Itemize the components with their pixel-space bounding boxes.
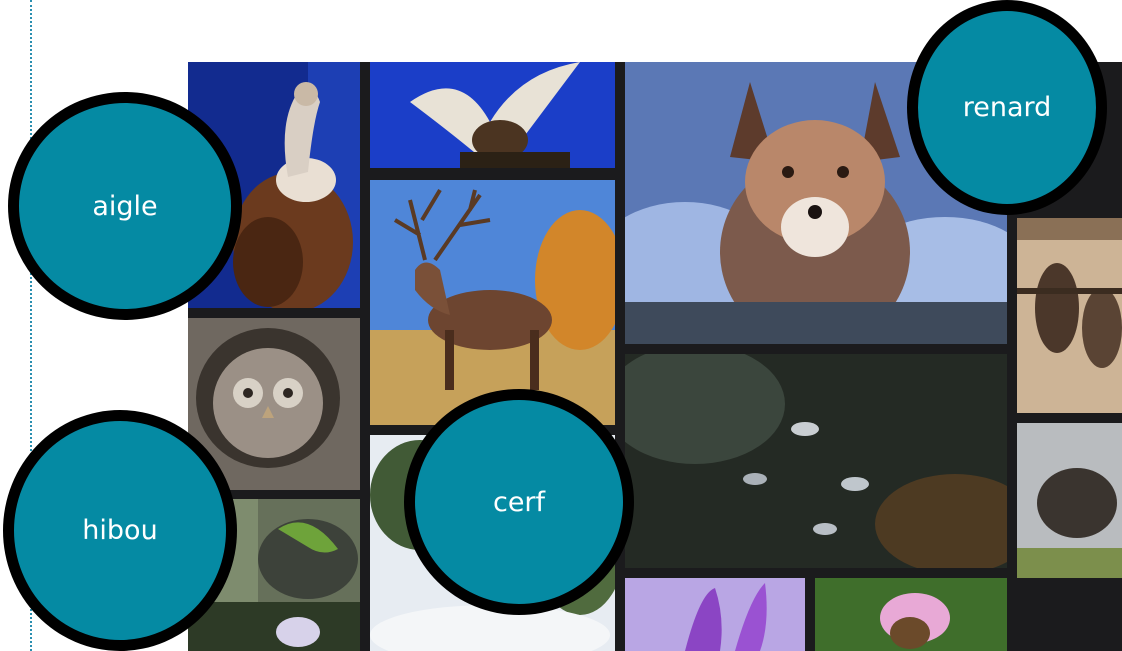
- renard-label-text: renard: [962, 92, 1052, 123]
- water-insects-photo: [625, 354, 1007, 568]
- cerf-label-button[interactable]: cerf: [404, 389, 634, 615]
- bats-photo: [1017, 218, 1122, 413]
- crocus-photo: [625, 578, 805, 651]
- aigle-label-text: aigle: [92, 190, 158, 222]
- stag-photo: [370, 180, 615, 425]
- eagle-flight-photo: [370, 62, 615, 168]
- orchid-photo: [815, 578, 1007, 651]
- beetle-photo: [1017, 423, 1122, 578]
- hibou-label-text: hibou: [82, 515, 158, 546]
- renard-label-button[interactable]: renard: [907, 0, 1107, 215]
- aigle-label-button[interactable]: aigle: [8, 92, 242, 320]
- flower-photo: [188, 602, 360, 651]
- cerf-label-text: cerf: [492, 486, 546, 518]
- hibou-label-button[interactable]: hibou: [3, 410, 237, 651]
